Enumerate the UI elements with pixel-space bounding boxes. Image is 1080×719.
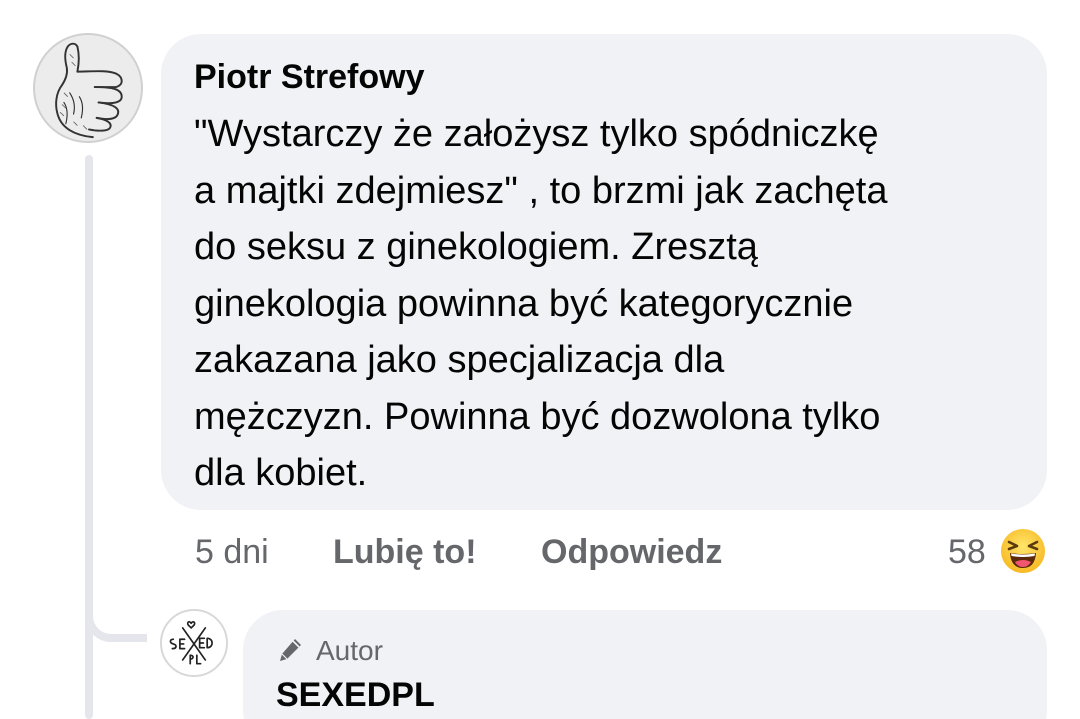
author-badge: Autor bbox=[276, 632, 383, 670]
sexedpl-logo bbox=[162, 611, 226, 675]
avatar[interactable] bbox=[33, 33, 143, 143]
comment-text-line: zakazana jako specjalizacja dla bbox=[194, 339, 725, 381]
comment-author-name[interactable]: Piotr Strefowy bbox=[194, 56, 424, 98]
comment-text-line: ginekologia powinna być kategorycznie bbox=[194, 282, 854, 325]
reaction-count[interactable]: 58 bbox=[948, 530, 986, 574]
comment-text-line: a majtki zdejmiesz" , to brzmi jak zachę… bbox=[194, 169, 888, 212]
reply-author-name[interactable]: SEXEDPL bbox=[276, 674, 435, 716]
comment-timestamp[interactable]: 5 dni bbox=[195, 530, 269, 574]
author-badge-label: Autor bbox=[316, 635, 383, 666]
thumbs-up-icon bbox=[35, 35, 141, 141]
comment-text-line: mężczyzn. Powinna być dozwolona tylko bbox=[194, 395, 881, 438]
pencil-icon bbox=[276, 636, 304, 664]
comment-thread: Piotr Strefowy "Wystarczy że założysz ty… bbox=[0, 0, 1080, 719]
reply-avatar[interactable] bbox=[160, 609, 228, 677]
reply-button[interactable]: Odpowiedz bbox=[541, 530, 722, 574]
comment-text-line: do seksu z ginekologiem. Zresztą bbox=[194, 226, 758, 268]
comment-text-line: dla kobiet. bbox=[194, 452, 368, 494]
laughing-emoji-icon[interactable] bbox=[1000, 528, 1046, 574]
like-button[interactable]: Lubię to! bbox=[333, 530, 477, 574]
comment-text-line: "Wystarczy że założysz tylko spódniczkę bbox=[194, 113, 879, 155]
comment-text: "Wystarczy że założysz tylko spódniczkę … bbox=[194, 106, 1024, 502]
comment-actions: 5 dni Lubię to! Odpowiedz 58 bbox=[0, 528, 1080, 574]
